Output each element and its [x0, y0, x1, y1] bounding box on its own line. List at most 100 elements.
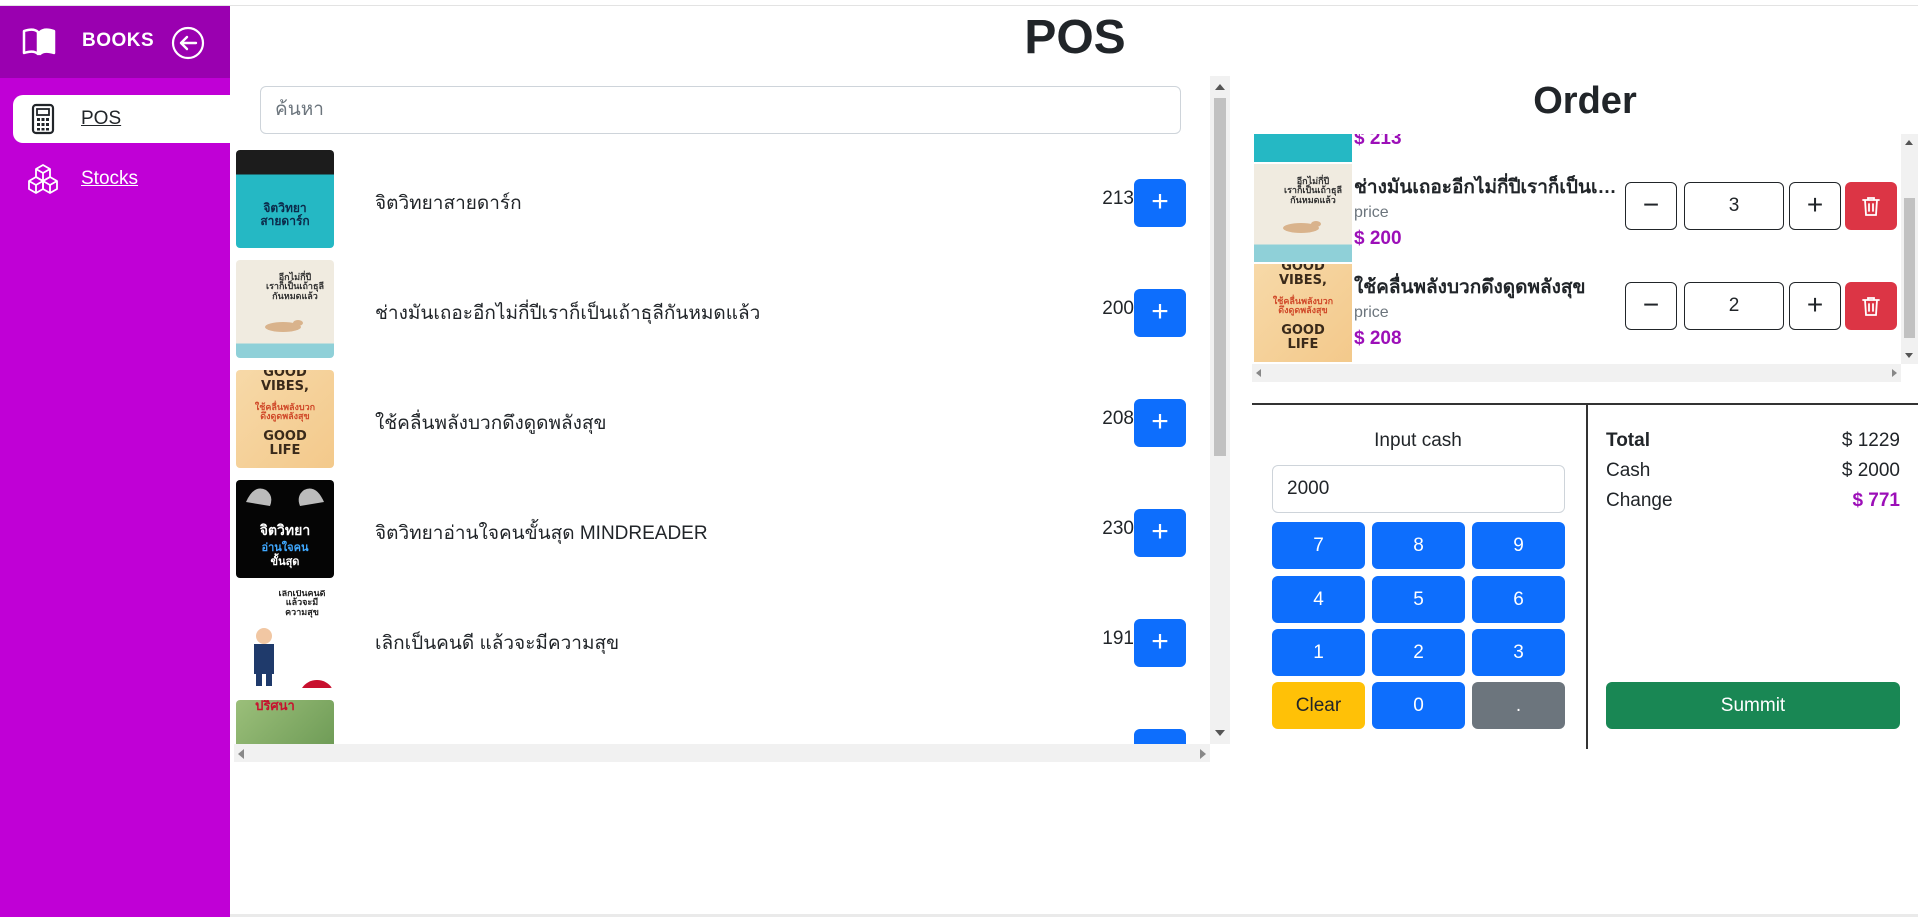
scroll-up-arrow-icon[interactable] [1215, 84, 1225, 90]
cash-input[interactable]: 2000 [1272, 465, 1565, 513]
list-item: ปริศนา + [234, 700, 1210, 744]
keypad-9-button[interactable]: 9 [1472, 522, 1565, 569]
book-icon [22, 28, 56, 56]
order-item-price: $ 213 [1354, 134, 1402, 149]
product-price: 213 [1102, 188, 1134, 209]
product-list[interactable]: จิตวิทยา สายดาร์ก จิตวิทยาสายดาร์ก 213 + … [234, 150, 1210, 744]
order-item: GOOD VIBES, ใช้คลื่นพลังบวก ดึงดูดพลังสุข … [1252, 264, 1901, 364]
divider [1586, 403, 1588, 749]
product-list-vertical-scrollbar[interactable] [1210, 76, 1230, 744]
keypad-5-button[interactable]: 5 [1372, 576, 1465, 623]
back-arrow-icon[interactable] [171, 26, 205, 60]
order-item: $ 213 − + [1252, 134, 1901, 164]
list-item: เลิกเป็นคนดี แล้วจะมี ความสุข เลิกเป็นคนดี… [234, 590, 1210, 700]
qty-field[interactable]: 3 [1684, 182, 1784, 230]
add-to-order-button[interactable]: + [1134, 729, 1186, 744]
qty-field[interactable]: 2 [1684, 282, 1784, 330]
trash-icon [1862, 197, 1880, 216]
product-price: 230 [1102, 518, 1134, 539]
decrease-qty-button[interactable]: − [1625, 282, 1677, 330]
rabbit-illustration [1283, 221, 1321, 233]
person-illustration [254, 628, 332, 688]
scroll-up-arrow-icon[interactable] [1905, 140, 1913, 145]
boxes-icon [28, 164, 58, 194]
divider [1252, 403, 1918, 405]
book-cover: ปริศนา [236, 700, 334, 744]
change-label: Change [1606, 490, 1673, 511]
add-to-order-button[interactable]: + [1134, 619, 1186, 667]
add-to-order-button[interactable]: + [1134, 509, 1186, 557]
cash-summary-value: $ 2000 [1841, 460, 1900, 481]
keypad-1-button[interactable]: 1 [1272, 629, 1365, 676]
keypad-8-button[interactable]: 8 [1372, 522, 1465, 569]
product-name: ช่างมันเถอะอีกไม่กี่ปีเราก็เป็นเถ้าธุลีก… [375, 303, 761, 324]
scroll-right-arrow-icon[interactable] [1892, 369, 1897, 377]
delete-item-button[interactable] [1845, 182, 1897, 230]
product-list-horizontal-scrollbar[interactable] [234, 744, 1210, 762]
decrease-qty-button[interactable]: − [1625, 182, 1677, 230]
submit-button[interactable]: Summit [1606, 682, 1900, 729]
keypad-0-button[interactable]: 0 [1372, 682, 1465, 729]
order-item-name: ใช้คลื่นพลังบวกดึงดูดพลังสุข [1354, 277, 1586, 298]
scrollbar-thumb[interactable] [1214, 98, 1226, 456]
delete-item-button[interactable] [1845, 282, 1897, 330]
add-to-order-button[interactable]: + [1134, 399, 1186, 447]
order-title: Order [1533, 80, 1637, 122]
keypad-clear-button[interactable]: Clear [1272, 682, 1365, 729]
order-list-vertical-scrollbar[interactable] [1901, 134, 1918, 364]
price-label: price [1354, 304, 1389, 321]
cash-label: Input cash [1374, 430, 1462, 451]
search-input[interactable] [260, 86, 1181, 134]
sidebar-item-stocks[interactable]: Stocks [13, 155, 230, 203]
page-title: POS [1024, 11, 1126, 64]
book-cover: เลิกเป็นคนดี แล้วจะมี ความสุข [236, 590, 334, 688]
sidebar-item-label: POS [81, 108, 122, 129]
keypad-dot-button[interactable]: . [1472, 682, 1565, 729]
increase-qty-button[interactable]: + [1789, 182, 1841, 230]
list-item: จิตวิทยา อ่านใจคน ขั้นสุด จิตวิทยาอ่านใจ… [234, 480, 1210, 590]
book-cover: อีกไม่กี่ปี เราก็เป็นเถ้าธุลี กันหมดแล้ว [236, 260, 334, 358]
brand-label: BOOKS [82, 30, 155, 51]
order-item-price: $ 208 [1354, 328, 1402, 349]
book-cover: อีกไม่กี่ปี เราก็เป็นเถ้าธุลี กันหมดแล้ว [1254, 164, 1352, 262]
keypad-2-button[interactable]: 2 [1372, 629, 1465, 676]
product-name: เลิกเป็นคนดี แล้วจะมีความสุข [375, 633, 620, 654]
keypad-3-button[interactable]: 3 [1472, 629, 1565, 676]
order-item-name: ช่างมันเถอะอีกไม่กี่ปีเราก็เป็นเถ้าธุลีก… [1354, 177, 1624, 198]
increase-qty-button[interactable]: + [1789, 282, 1841, 330]
keypad-6-button[interactable]: 6 [1472, 576, 1565, 623]
total-value: $ 1229 [1841, 430, 1900, 451]
book-cover: จิตวิทยา อ่านใจคน ขั้นสุด [236, 480, 334, 578]
keypad-4-button[interactable]: 4 [1272, 576, 1365, 623]
sidebar-item-pos[interactable]: POS [13, 95, 230, 143]
keypad-7-button[interactable]: 7 [1272, 522, 1365, 569]
order-item-price: $ 200 [1354, 228, 1402, 249]
scroll-right-arrow-icon[interactable] [1200, 749, 1206, 759]
book-cover [1254, 134, 1352, 162]
scroll-left-arrow-icon[interactable] [238, 749, 244, 759]
order-list-horizontal-scrollbar[interactable] [1252, 364, 1901, 382]
calculator-icon [31, 103, 55, 135]
list-item: GOOD VIBES, ใช้คลื่นพลังบวก ดึงดูดพลังสุข … [234, 370, 1210, 480]
rabbit-illustration [265, 320, 303, 332]
product-name: ใช้คลื่นพลังบวกดึงดูดพลังสุข [375, 413, 607, 434]
product-price: 208 [1102, 408, 1134, 429]
order-list[interactable]: $ 213 − + อีกไม่กี่ปีเราก็เป็นเถ้าธุลีกั… [1252, 134, 1918, 384]
list-item: อีกไม่กี่ปี เราก็เป็นเถ้าธุลี กันหมดแล้ว ช… [234, 260, 1210, 370]
change-value: $ 771 [1852, 490, 1900, 511]
add-to-order-button[interactable]: + [1134, 289, 1186, 337]
scroll-down-arrow-icon[interactable] [1905, 353, 1913, 358]
scrollbar-thumb[interactable] [1904, 198, 1915, 338]
book-cover: GOOD VIBES, ใช้คลื่นพลังบวก ดึงดูดพลังสุข … [1254, 264, 1352, 362]
add-to-order-button[interactable]: + [1134, 179, 1186, 227]
hands-illustration [246, 488, 324, 506]
scroll-down-arrow-icon[interactable] [1215, 730, 1225, 736]
product-price: 191 [1102, 628, 1134, 649]
scroll-left-arrow-icon[interactable] [1256, 369, 1261, 377]
order-item: อีกไม่กี่ปี เราก็เป็นเถ้าธุลี กันหมดแล้ว ช… [1252, 164, 1901, 264]
trash-icon [1862, 297, 1880, 316]
book-cover: GOOD VIBES, ใช้คลื่นพลังบวก ดึงดูดพลังสุข … [236, 370, 334, 468]
cash-summary-label: Cash [1606, 460, 1651, 481]
total-label: Total [1606, 430, 1650, 451]
product-price: 200 [1102, 298, 1134, 319]
